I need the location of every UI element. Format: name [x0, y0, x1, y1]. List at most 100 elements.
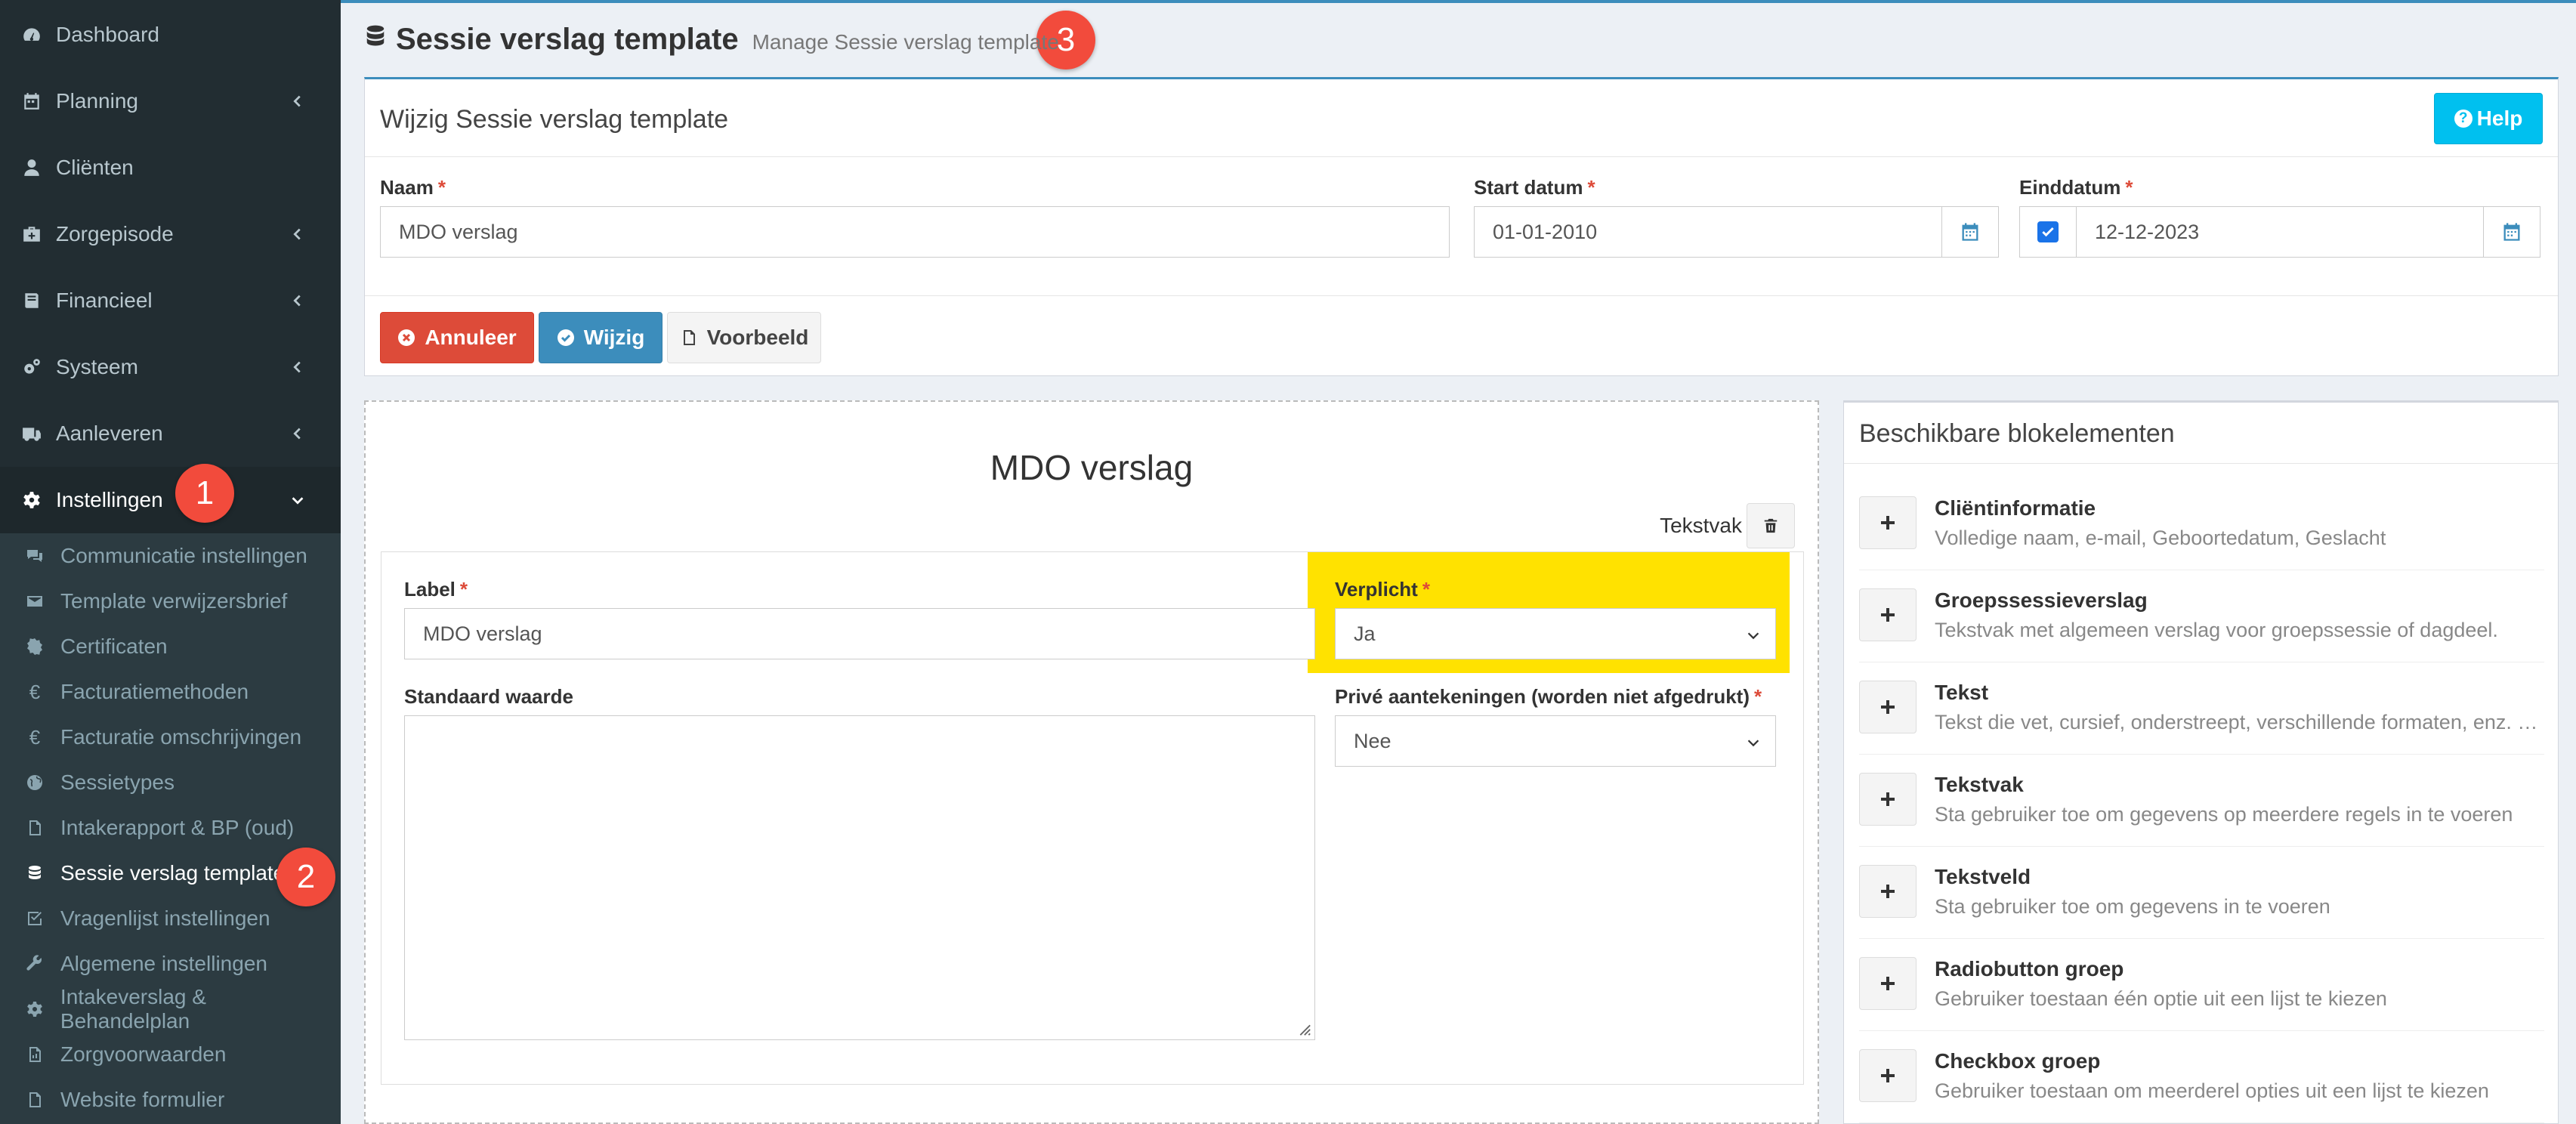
- block-option-radiobutton-groep: Radiobutton groep Gebruiker toestaan één…: [1859, 939, 2544, 1031]
- naam-input[interactable]: MDO verslag: [380, 206, 1450, 258]
- divider: [365, 295, 2558, 296]
- block-label-input[interactable]: MDO verslag: [404, 608, 1315, 659]
- help-button[interactable]: ? Help: [2434, 93, 2543, 144]
- block-option-tekstvak: Tekstvak Sta gebruiker toe om gegevens o…: [1859, 755, 2544, 847]
- submenu-item-algemene-instellingen[interactable]: Algemene instellingen: [0, 941, 341, 987]
- submenu-item-facturatiemethoden[interactable]: € Facturatiemethoden: [0, 669, 341, 715]
- submenu-item-intakerapport-oud[interactable]: Intakerapport & BP (oud): [0, 805, 341, 851]
- sidebar-item-zorgepisode[interactable]: Zorgepisode: [0, 201, 341, 267]
- available-blocks-panel: Beschikbare blokelementen Cliëntinformat…: [1843, 400, 2559, 1124]
- page-header: Sessie verslag template Manage Sessie ve…: [364, 23, 1059, 57]
- submenu-item-certificaten[interactable]: Certificaten: [0, 624, 341, 669]
- preview-button[interactable]: Voorbeeld: [667, 312, 821, 363]
- database-icon: [366, 25, 385, 46]
- wrench-icon: [24, 955, 45, 973]
- plus-icon: [1881, 885, 1895, 898]
- block-option-tekst: Tekst Tekst die vet, cursief, onderstree…: [1859, 662, 2544, 755]
- add-block-button[interactable]: [1859, 957, 1917, 1010]
- block-option-description: Tekst die vet, cursief, onderstreept, ve…: [1935, 711, 2539, 733]
- submenu-item-label: Template verwijzersbrief: [60, 589, 288, 613]
- submenu-item-intakeverslag[interactable]: Intakeverslag & Behandelplan: [0, 985, 341, 1033]
- sidebar-item-aanleveren[interactable]: Aanleveren: [0, 400, 341, 467]
- submenu-item-zorgvoorwaarden[interactable]: Zorgvoorwaarden: [0, 1032, 341, 1077]
- pdf-icon: [24, 1045, 45, 1064]
- submenu-item-sessietypes[interactable]: Sessietypes: [0, 760, 341, 805]
- sidebar-item-label: Cliënten: [56, 156, 134, 179]
- verplicht-select[interactable]: Ja: [1335, 608, 1776, 659]
- book-icon: [21, 290, 42, 311]
- submenu-item-label: Communicatie instellingen: [60, 544, 307, 567]
- sidebar-item-label: Planning: [56, 89, 138, 113]
- add-block-button[interactable]: [1859, 588, 1917, 641]
- delete-block-button[interactable]: [1747, 503, 1795, 548]
- einddatum-input[interactable]: 12-12-2023: [2076, 206, 2484, 258]
- sidebar-item-label: Dashboard: [56, 23, 159, 46]
- sidebar-item-label: Financieel: [56, 289, 153, 312]
- add-block-button[interactable]: [1859, 496, 1917, 549]
- sidebar-item-planning[interactable]: Planning: [0, 68, 341, 134]
- sidebar-item-instellingen[interactable]: Instellingen: [0, 467, 341, 533]
- check-circle-icon: [557, 329, 574, 346]
- check-icon: [2042, 227, 2054, 237]
- calendar-icon: [1962, 223, 1978, 241]
- prive-select[interactable]: Nee: [1335, 715, 1776, 767]
- plus-icon: [1881, 1069, 1895, 1082]
- form-box-title: Wijzig Sessie verslag template: [380, 105, 729, 134]
- sidebar-item-label: Aanleveren: [56, 422, 163, 445]
- einddatum-checkbox[interactable]: [2037, 221, 2059, 242]
- submenu-item-communicatie[interactable]: Communicatie instellingen: [0, 533, 341, 579]
- submenu-item-label: Sessietypes: [60, 770, 175, 794]
- submenu-item-template-verwijzersbrief[interactable]: Template verwijzersbrief: [0, 579, 341, 624]
- add-block-button[interactable]: [1859, 1049, 1917, 1102]
- add-block-button[interactable]: [1859, 681, 1917, 733]
- block-option-description: Volledige naam, e-mail, Geboortedatum, G…: [1935, 526, 2386, 549]
- euro-icon: €: [29, 725, 41, 749]
- chevron-down-icon: [289, 489, 310, 511]
- sidebar-item-clienten[interactable]: Cliënten: [0, 134, 341, 201]
- block-option-name: Groepssessieverslag: [1935, 588, 2148, 612]
- envelope-icon: [24, 592, 45, 610]
- textarea-block-settings: Label * MDO verslag Verplicht * Ja Standaa…: [381, 551, 1804, 1085]
- sidebar-item-systeem[interactable]: Systeem: [0, 334, 341, 400]
- einddatum-checkbox-addon: [2019, 206, 2077, 258]
- comments-icon: [24, 547, 45, 565]
- divider: [365, 156, 2558, 157]
- block-option-groepssessieverslag: Groepssessieverslag Tekstvak met algemee…: [1859, 570, 2544, 662]
- chevron-left-icon: [289, 290, 310, 311]
- add-block-button[interactable]: [1859, 773, 1917, 826]
- submenu-item-facturatie-omschrijvingen[interactable]: € Facturatie omschrijvingen: [0, 715, 341, 760]
- submenu-item-website-formulier[interactable]: Website formulier: [0, 1077, 341, 1122]
- certificate-icon: [24, 638, 45, 656]
- document-title: MDO verslag: [990, 448, 1194, 487]
- submenu-item-label: Facturatie omschrijvingen: [60, 725, 302, 749]
- submenu-item-label: Zorgvoorwaarden: [60, 1042, 227, 1066]
- chevron-left-icon: [289, 357, 310, 378]
- truck-icon: [21, 423, 42, 444]
- naam-label: Naam *: [380, 176, 446, 199]
- resize-handle-icon[interactable]: [1295, 1020, 1311, 1036]
- cancel-button[interactable]: Annuleer: [380, 312, 534, 363]
- question-icon: ?: [2454, 110, 2473, 128]
- plus-icon: [1881, 792, 1895, 806]
- submenu-item-vragenlijst[interactable]: Vragenlijst instellingen: [0, 896, 341, 941]
- page-title: Sessie verslag template: [396, 23, 739, 56]
- plus-icon: [1881, 977, 1895, 990]
- annotation-badge-1: 1: [175, 464, 234, 523]
- top-accent-line: [341, 0, 2576, 3]
- times-circle-icon: [398, 329, 415, 346]
- sidebar-item-dashboard[interactable]: Dashboard: [0, 2, 341, 68]
- pdf-icon: [683, 330, 695, 345]
- start-datum-calendar-button[interactable]: [1941, 206, 1999, 258]
- chevron-left-icon: [289, 224, 310, 245]
- submenu-item-label: Facturatiemethoden: [60, 680, 249, 703]
- sidebar-item-financieel[interactable]: Financieel: [0, 267, 341, 334]
- einddatum-calendar-button[interactable]: [2483, 206, 2540, 258]
- submenu-item-label: Sessie verslag template: [60, 861, 286, 885]
- submenu-item-label: Intakerapport & BP (oud): [60, 816, 295, 839]
- standaard-waarde-textarea[interactable]: [404, 715, 1315, 1040]
- submenu-item-label: Certificaten: [60, 635, 168, 658]
- start-datum-input[interactable]: 01-01-2010: [1474, 206, 1942, 258]
- save-button[interactable]: Wijzig: [539, 312, 663, 363]
- database-icon: [24, 864, 45, 882]
- add-block-button[interactable]: [1859, 865, 1917, 918]
